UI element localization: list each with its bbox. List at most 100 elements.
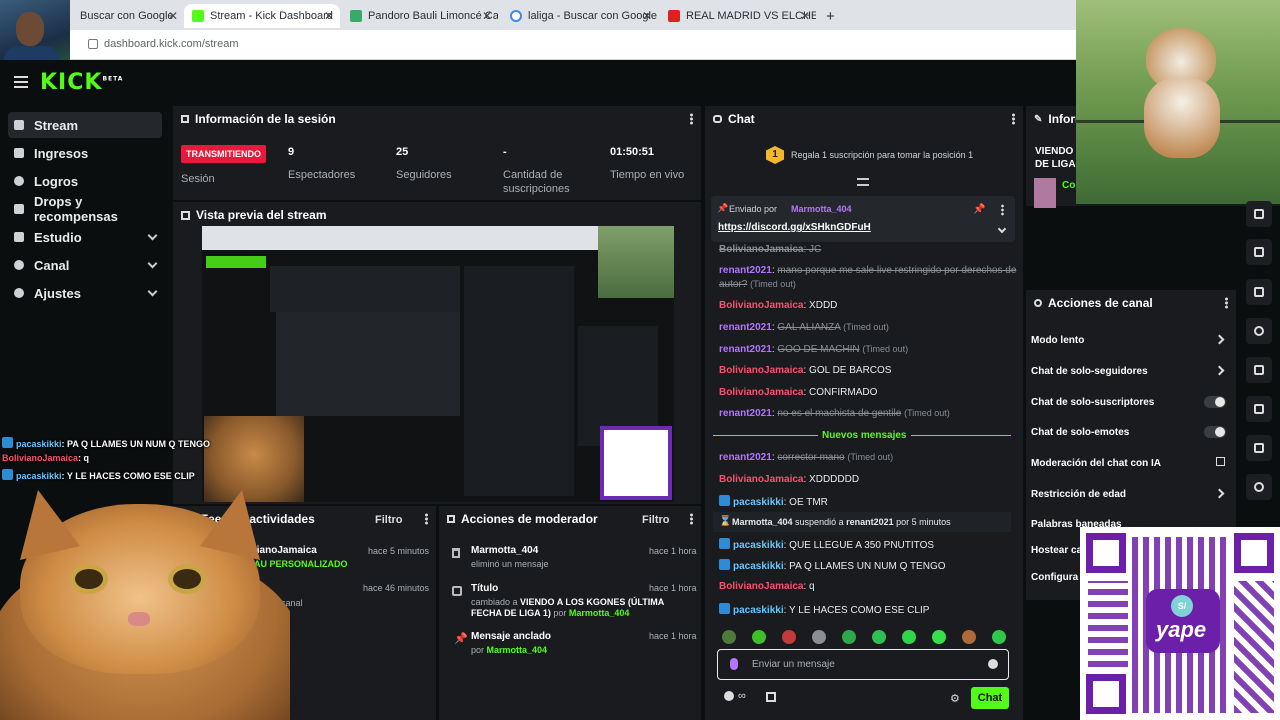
browser-tab-real-madrid[interactable]: REAL MADRID VS ELCHE ✕ — [660, 4, 816, 28]
sidebar-item-logros[interactable]: Logros — [8, 168, 162, 194]
sidebar-item-estudio[interactable]: Estudio — [8, 224, 162, 250]
mod-action-user[interactable]: Marmotta_404 — [487, 645, 548, 655]
chat-username[interactable]: pacaskikki — [733, 561, 784, 572]
close-icon[interactable]: ✕ — [324, 9, 334, 23]
emote-icon[interactable] — [722, 630, 736, 644]
microphone-icon[interactable] — [730, 658, 738, 670]
target-user[interactable]: renant2021 — [846, 517, 894, 527]
sidebar-item-canal[interactable]: Canal — [8, 252, 162, 278]
gift-shop-icon[interactable] — [766, 692, 776, 702]
rail-button-clipboard[interactable] — [1246, 279, 1272, 305]
rail-button-broadcast[interactable] — [1246, 357, 1272, 383]
new-tab-button[interactable]: + — [818, 4, 842, 28]
more-options-icon[interactable] — [690, 113, 693, 125]
emote-icon[interactable] — [872, 630, 886, 644]
menu-icon[interactable] — [14, 76, 28, 88]
settings-option[interactable]: Configura — [1031, 572, 1078, 583]
chat-message[interactable]: BolivianoJamaica: XDDDDDD — [719, 474, 859, 485]
more-options-icon[interactable] — [1012, 113, 1015, 125]
browser-tab-pandoro[interactable]: Pandoro Bauli Limoncé Caja 75✕ — [342, 4, 498, 28]
close-icon[interactable]: ✕ — [800, 9, 810, 23]
more-options-icon[interactable] — [425, 513, 428, 525]
subscribers-only-toggle[interactable] — [1204, 396, 1226, 408]
pinned-link[interactable]: https://discord.gg/xSHknGDFuH — [718, 222, 871, 233]
chat-username[interactable]: pacaskikki — [733, 605, 784, 616]
chat-username[interactable]: pacaskikki — [733, 540, 784, 551]
mod-action-user[interactable]: Marmotta_404 — [569, 608, 630, 618]
stream-preview-video[interactable] — [202, 226, 674, 502]
pinned-user[interactable]: Marmotta_404 — [791, 204, 852, 214]
activity-filter-button[interactable]: Filtro — [375, 514, 403, 526]
chat-message[interactable]: pacaskikki: PA Q LLAMES UN NUM Q TENGO — [719, 559, 946, 572]
emote-icon[interactable] — [902, 630, 916, 644]
followers-only-option[interactable]: Chat de solo-seguidores — [1031, 366, 1148, 377]
mod-filter-button[interactable]: Filtro — [642, 514, 670, 526]
chat-username[interactable]: BolivianoJamaica — [719, 244, 803, 255]
sidebar-item-ajustes[interactable]: Ajustes — [8, 280, 162, 306]
sidebar-item-ingresos[interactable]: Ingresos — [8, 140, 162, 166]
chat-username[interactable]: BolivianoJamaica — [719, 365, 803, 376]
chat-message[interactable]: renant2021: GOO DE MACHIN (Timed out) — [719, 344, 908, 355]
chat-username[interactable]: pacaskikki — [733, 497, 784, 508]
chat-message[interactable]: pacaskikki: QUE LLEGUE A 350 PNUTITOS — [719, 538, 934, 551]
gear-icon[interactable]: ⚙ — [950, 692, 960, 705]
more-options-icon[interactable] — [690, 513, 693, 525]
chat-username[interactable]: BolivianoJamaica — [719, 300, 803, 311]
emote-icon[interactable] — [932, 630, 946, 644]
rail-button-chat[interactable] — [1246, 318, 1272, 344]
chat-message[interactable]: renant2021: mano porque me sale live res… — [719, 265, 1016, 276]
chat-username[interactable]: BolivianoJamaica — [719, 474, 803, 485]
chat-username[interactable]: BolivianoJamaica — [719, 581, 803, 592]
kick-logo[interactable]: KICKBETA — [40, 70, 123, 95]
chat-input[interactable]: Enviar un mensaje — [717, 649, 1009, 680]
moderator-name[interactable]: Marmotta_404 — [732, 517, 793, 527]
sidebar-item-drops[interactable]: Drops y recompensas — [8, 194, 162, 224]
chat-message[interactable]: renant2021: GAL ALIANZA (Timed out) — [719, 322, 889, 333]
pinned-message[interactable]: 📌 Enviado por Marmotta_404 https://disco… — [711, 196, 1015, 242]
send-chat-button[interactable]: Chat — [971, 687, 1009, 709]
browser-tab-kick-dashboard[interactable]: Stream - Kick Dashboard ✕ — [184, 4, 340, 28]
age-restriction-option[interactable]: Restricción de edad — [1031, 489, 1126, 500]
chat-input-placeholder[interactable]: Enviar un mensaje — [752, 659, 835, 670]
sub-gift-text[interactable]: Regala 1 suscripción para tomar la posic… — [791, 150, 973, 160]
chat-username[interactable]: renant2021 — [719, 322, 772, 333]
chat-message[interactable]: BolivianoJamaica: JC — [719, 244, 821, 255]
chat-message[interactable]: BolivianoJamaica: XDDD — [719, 300, 837, 311]
chat-username[interactable]: BolivianoJamaica — [719, 387, 803, 398]
chat-message[interactable]: BolivianoJamaica: CONFIRMADO — [719, 387, 877, 398]
emote-icon[interactable] — [812, 630, 826, 644]
external-link-icon[interactable] — [1216, 457, 1225, 466]
ai-moderation-option[interactable]: Moderación del chat con IA — [1031, 458, 1161, 469]
chat-username[interactable]: renant2021 — [719, 408, 772, 419]
chevron-down-icon[interactable] — [997, 224, 1007, 234]
chat-username[interactable]: renant2021 — [719, 265, 772, 276]
rail-button-record[interactable] — [1246, 201, 1272, 227]
sidebar-item-stream[interactable]: Stream — [8, 112, 162, 138]
browser-address-bar[interactable]: dashboard.kick.com/stream — [0, 30, 1076, 60]
browser-tab-laliga[interactable]: laliga - Buscar con Google ✕ — [502, 4, 658, 28]
chat-message[interactable]: BolivianoJamaica: q — [719, 581, 815, 592]
slow-mode-option[interactable]: Modo lento — [1031, 335, 1084, 346]
unpin-icon[interactable]: 📌 — [973, 204, 985, 215]
emoji-icon[interactable] — [988, 659, 998, 669]
chat-message[interactable]: pacaskikki: Y LE HACES COMO ESE CLIP — [719, 603, 929, 616]
rail-button-list[interactable] — [1246, 396, 1272, 422]
chat-username[interactable]: renant2021 — [719, 452, 772, 463]
emote-icon[interactable] — [752, 630, 766, 644]
chat-message[interactable]: BolivianoJamaica: GOL DE BARCOS — [719, 365, 891, 376]
close-icon[interactable]: ✕ — [482, 9, 492, 23]
rail-button-more[interactable] — [1246, 474, 1272, 500]
browser-tab-google[interactable]: Buscar con Google ✕ — [72, 4, 184, 28]
chat-message[interactable]: renant2021: no es el machista de gentile… — [719, 408, 950, 419]
emote-icon[interactable] — [782, 630, 796, 644]
url-text[interactable]: dashboard.kick.com/stream — [104, 38, 239, 50]
chat-message[interactable]: pacaskikki: OE TMR — [719, 495, 828, 508]
site-info-icon[interactable] — [88, 39, 98, 49]
emotes-only-toggle[interactable] — [1204, 426, 1226, 438]
points-icon[interactable] — [724, 691, 734, 701]
host-channel-option[interactable]: Hostear ca — [1031, 545, 1082, 556]
emote-icon[interactable] — [842, 630, 856, 644]
emote-icon[interactable] — [992, 630, 1006, 644]
chat-message[interactable]: renant2021: corrector mano (Timed out) — [719, 452, 893, 463]
close-icon[interactable]: ✕ — [642, 9, 652, 23]
